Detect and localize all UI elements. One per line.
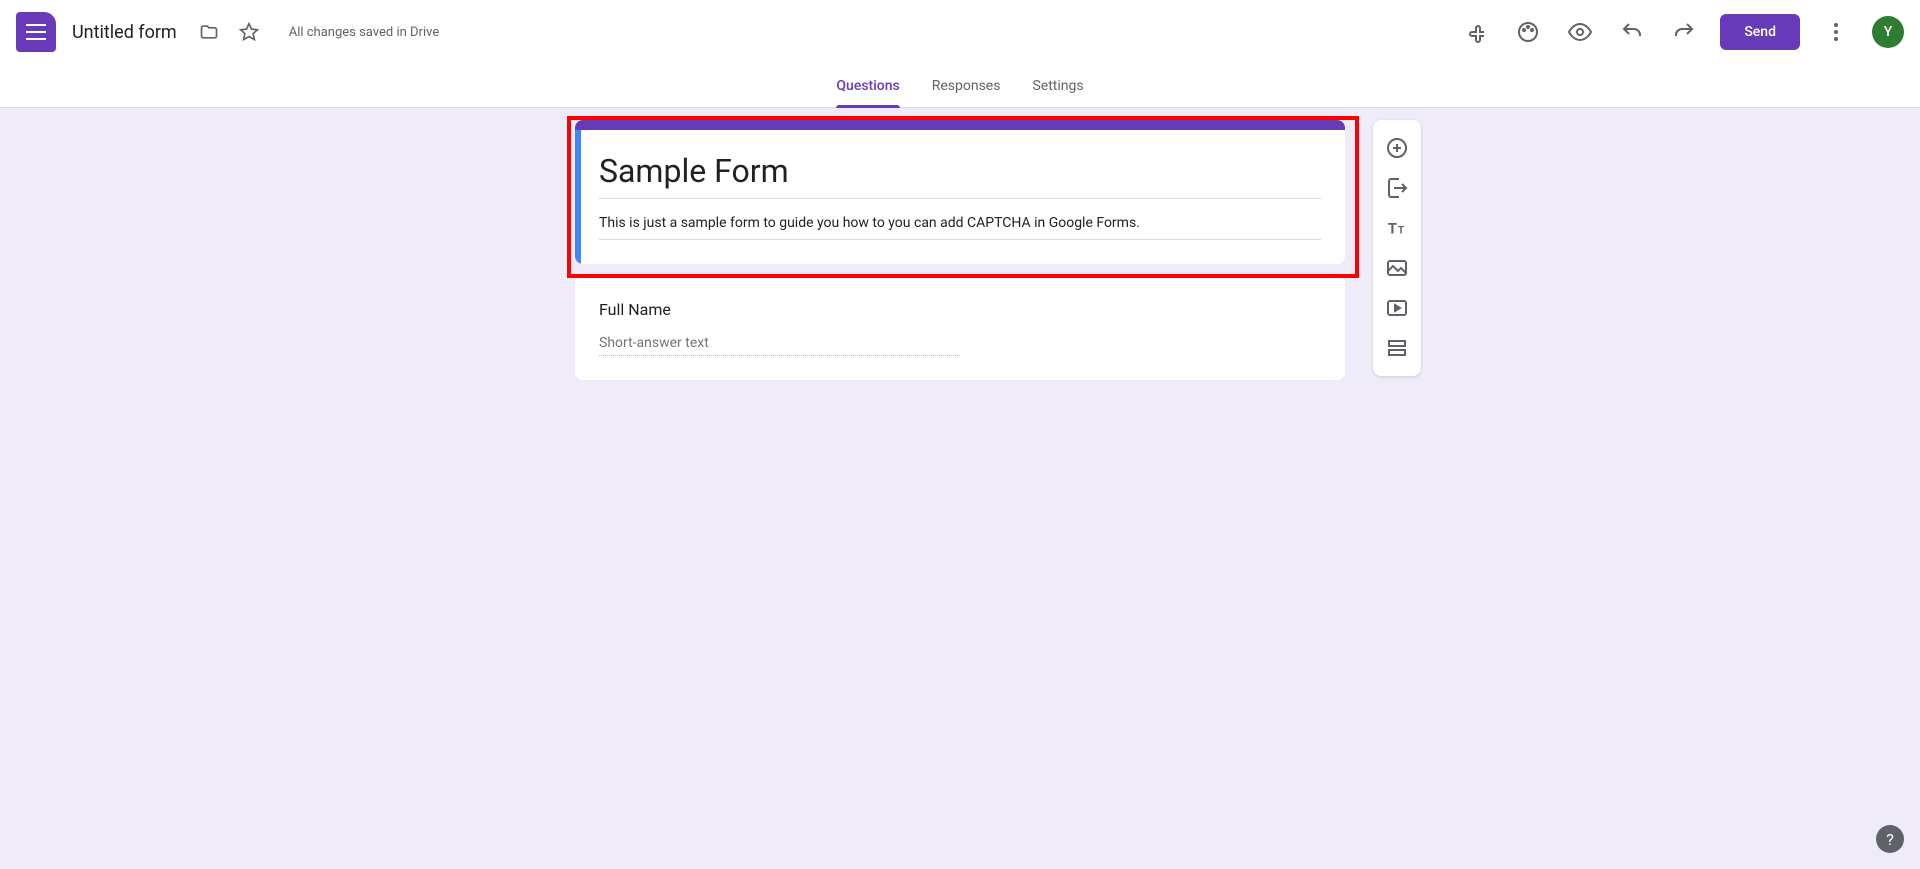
star-icon[interactable] (229, 12, 269, 52)
undo-icon[interactable] (1608, 8, 1656, 56)
add-image-icon[interactable] (1373, 248, 1421, 288)
form-title-card[interactable]: Sample Form This is just a sample form t… (575, 120, 1345, 264)
tab-responses[interactable]: Responses (916, 64, 1017, 108)
forms-logo-icon[interactable] (16, 12, 56, 52)
redo-icon[interactable] (1660, 8, 1708, 56)
form-canvas: Sample Form This is just a sample form t… (0, 108, 1920, 869)
question-title[interactable]: Full Name (599, 300, 1321, 319)
add-video-icon[interactable] (1373, 288, 1421, 328)
help-icon[interactable]: ? (1876, 825, 1904, 853)
theme-palette-icon[interactable] (1504, 8, 1552, 56)
main-tabs: Questions Responses Settings (0, 64, 1920, 108)
preview-eye-icon[interactable] (1556, 8, 1604, 56)
form-name-input[interactable]: Untitled form (72, 22, 177, 43)
add-section-icon[interactable] (1373, 328, 1421, 368)
tab-questions[interactable]: Questions (820, 64, 915, 108)
form-title-input[interactable]: Sample Form (599, 152, 1321, 199)
send-button[interactable]: Send (1720, 14, 1800, 50)
svg-text:T: T (1388, 220, 1397, 238)
move-folder-icon[interactable] (189, 12, 229, 52)
save-status: All changes saved in Drive (289, 25, 440, 40)
user-avatar[interactable]: Y (1872, 16, 1904, 48)
more-menu-icon[interactable] (1812, 8, 1860, 56)
addons-icon[interactable] (1452, 8, 1500, 56)
short-answer-placeholder: Short-answer text (599, 335, 960, 356)
form-description-input[interactable]: This is just a sample form to guide you … (599, 207, 1321, 240)
question-card[interactable]: Full Name Short-answer text (575, 276, 1345, 380)
svg-text:T: T (1398, 226, 1405, 237)
app-header: Untitled form All changes saved in Drive… (0, 0, 1920, 64)
tab-settings[interactable]: Settings (1016, 64, 1099, 108)
add-question-icon[interactable] (1373, 128, 1421, 168)
add-title-icon[interactable]: TT (1373, 208, 1421, 248)
import-questions-icon[interactable] (1373, 168, 1421, 208)
floating-toolbar: TT (1373, 120, 1421, 376)
